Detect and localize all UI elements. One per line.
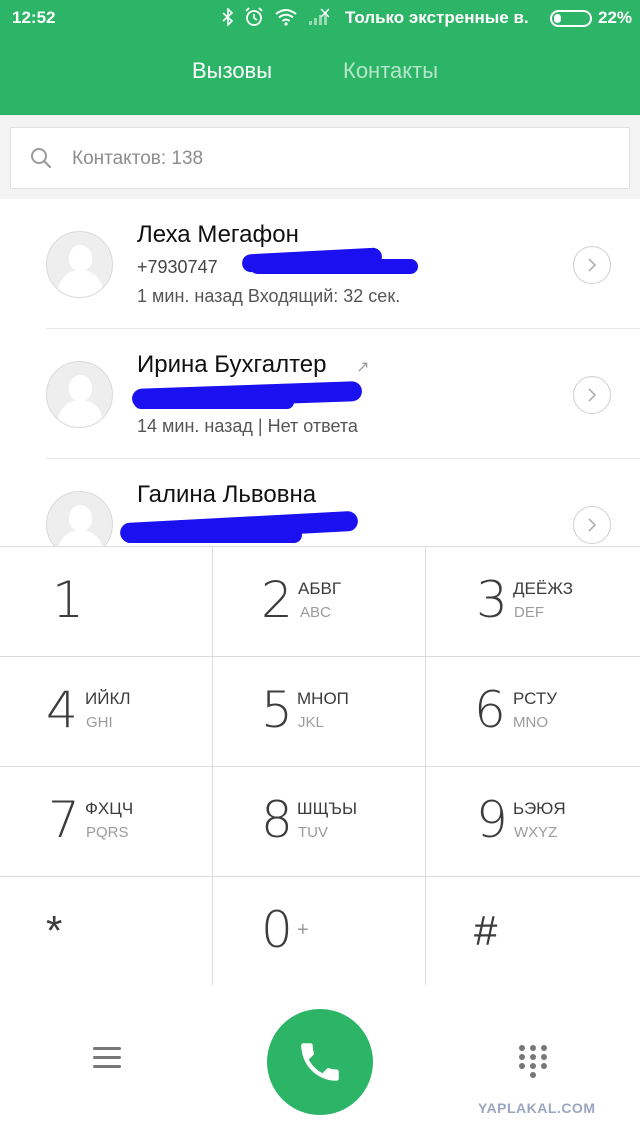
battery-level [554,14,561,23]
tab-calls[interactable]: Вызовы [192,58,272,84]
key-hash[interactable]: # [426,877,640,987]
call-detail: 1 мин. назад Входящий: 32 сек. [137,286,401,306]
key-1[interactable]: 1 [0,547,213,657]
key-3[interactable]: 3 ДЕЁЖЗ DEF [426,547,640,657]
wifi-icon [274,8,298,31]
call-number: +7930747 [137,257,218,277]
key-letters-cyrillic: АБВГ [298,579,342,598]
recent-calls-list: Леха Мегафон +7930747 1 мин. назад Входя… [0,199,640,546]
key-9[interactable]: 9 ЬЭЮЯ WXYZ [426,767,640,877]
key-digit: 1 [52,571,84,629]
dialpad: 1 2 АБВГ ABC 3 ДЕЁЖЗ DEF 4 ИЙКЛ GHI 5 МН… [0,546,640,987]
call-details-button[interactable] [573,376,611,414]
key-8[interactable]: 8 ШЩЪЫ TUV [213,767,426,877]
key-letters-latin: JKL [298,714,324,731]
call-row[interactable]: Галина Львовна [0,459,640,546]
key-letters-latin: PQRS [86,824,129,841]
redaction-mark [122,527,302,543]
search-input[interactable]: Контактов: 138 [10,127,630,189]
key-digit: 7 [48,791,80,849]
key-6[interactable]: 6 РСТУ MNO [426,657,640,767]
key-letters-cyrillic: ШЩЪЫ [297,799,358,818]
call-row[interactable]: Ирина Бухгалтер ↗ 14 мин. назад | Нет от… [0,329,640,459]
redaction-mark [250,259,418,274]
dialpad-grid-icon[interactable] [519,1045,547,1079]
key-digit: 9 [476,791,508,849]
key-letters-latin: WXYZ [514,824,558,841]
status-bar: 12:52 Только экстренные в. 22% [0,0,640,36]
key-letters-latin: ABC [300,604,331,621]
key-digit: 0 [261,901,293,959]
battery-percent: 22% [598,8,633,27]
search-area: Контактов: 138 [0,115,640,199]
key-5[interactable]: 5 МНОП JKL [213,657,426,767]
key-digit: 3 [476,571,508,629]
bluetooth-icon [222,7,234,31]
search-placeholder: Контактов: 138 [72,148,204,169]
key-0[interactable]: 0 + [213,877,426,987]
key-letters-cyrillic: ДЕЁЖЗ [513,579,573,598]
no-signal-icon [308,8,330,31]
tab-contacts[interactable]: Контакты [343,58,438,84]
avatar [46,491,113,546]
call-details-button[interactable] [573,246,611,284]
key-letters-cyrillic: РСТУ [513,689,558,708]
key-7[interactable]: 7 ФХЦЧ PQRS [0,767,213,877]
key-letters-cyrillic: ФХЦЧ [85,799,134,818]
call-button[interactable] [267,1009,373,1115]
status-time: 12:52 [12,8,56,27]
key-letters-cyrillic: ИЙКЛ [85,689,131,708]
alarm-icon [244,7,264,32]
call-name: Галина Львовна [137,481,317,508]
key-letters-latin: MNO [513,714,548,731]
key-plus: + [297,919,309,941]
call-detail: 14 мин. назад | Нет ответа [137,416,358,436]
key-digit: 4 [46,681,78,739]
carrier-label: Только экстренные в. [345,8,529,27]
key-digit: # [474,907,498,954]
call-details-button[interactable] [573,506,611,544]
key-star[interactable]: * [0,877,213,987]
key-letters-latin: DEF [514,604,544,621]
key-digit: 5 [261,681,293,739]
outgoing-call-icon: ↗ [356,359,370,376]
tab-bar: Вызовы Контакты [0,58,640,98]
key-digit: 6 [474,681,506,739]
avatar [46,361,113,428]
key-digit: 8 [261,791,293,849]
call-name: Леха Мегафон [137,221,299,248]
status-icons [222,7,330,32]
watermark: YAPLAKAL.COM [478,1100,596,1116]
key-letters-cyrillic: ЬЭЮЯ [513,799,566,818]
app-header: 12:52 Только экстренные в. 22% Вызовы Ко… [0,0,640,115]
key-2[interactable]: 2 АБВГ ABC [213,547,426,657]
search-icon [30,147,52,169]
call-name: Ирина Бухгалтер [137,351,327,378]
battery-icon [550,10,592,27]
key-digit: * [46,907,63,954]
call-row[interactable]: Леха Мегафон +7930747 1 мин. назад Входя… [0,199,640,329]
key-letters-latin: GHI [86,714,113,731]
redaction-mark [134,395,294,409]
bottom-bar: YAPLAKAL.COM [0,985,640,1138]
key-4[interactable]: 4 ИЙКЛ GHI [0,657,213,767]
key-digit: 2 [261,571,293,629]
key-letters-cyrillic: МНОП [297,689,349,708]
key-letters-latin: TUV [298,824,328,841]
avatar [46,231,113,298]
menu-icon[interactable] [93,1047,121,1069]
